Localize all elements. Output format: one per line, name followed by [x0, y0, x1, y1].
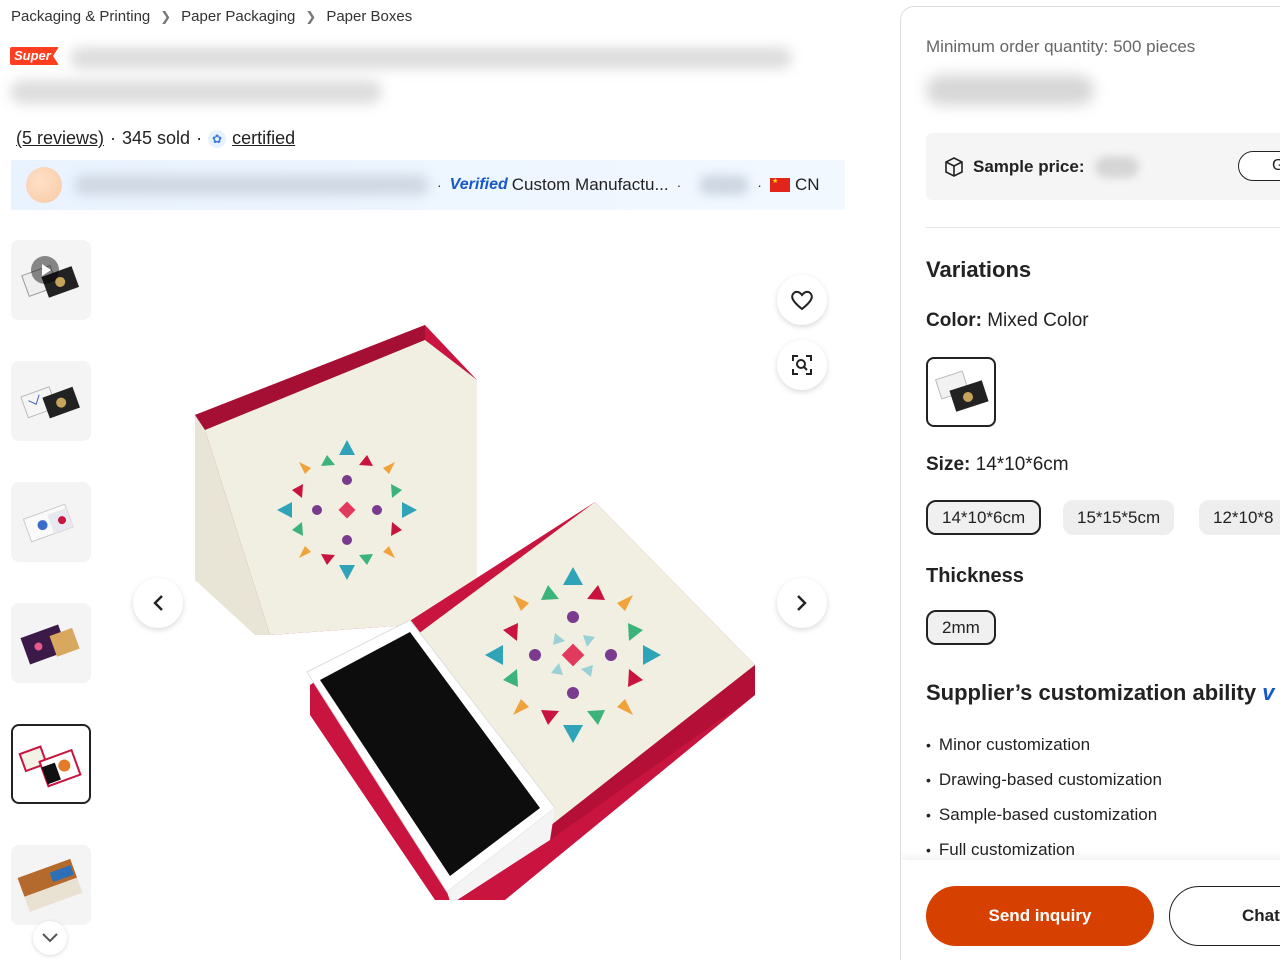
supplier-strip[interactable]: · Verified Custom Manufactu... · · CN [11, 160, 845, 210]
thumbnail-4[interactable] [11, 603, 91, 683]
separator-dot: · [676, 177, 682, 193]
color-swatch-mixed[interactable] [926, 357, 996, 427]
divider [926, 227, 1280, 228]
variations-title: Variations [926, 257, 1032, 282]
box-thumbnail-image [18, 745, 82, 788]
sample-price-box: Sample price: G [926, 133, 1280, 200]
size-label: Size: [926, 454, 971, 475]
thumbnail-5-selected[interactable] [11, 724, 91, 804]
size-value: 14*10*6cm [975, 454, 1069, 475]
thumbnail-2[interactable] [11, 361, 91, 441]
customization-title-text: Supplier’s customization ability [926, 680, 1257, 705]
supplier-avatar [26, 167, 62, 203]
product-title-blurred-line2 [10, 80, 382, 104]
chat-button[interactable]: Chat [1169, 886, 1280, 946]
purchase-panel: Minimum order quantity: 500 pieces Sampl… [900, 6, 1280, 960]
heart-icon [791, 290, 813, 311]
action-bar: Send inquiry Chat [901, 860, 1280, 960]
package-icon [945, 156, 963, 177]
customization-title: Supplier’s customization ability v [926, 680, 1274, 706]
size-option-14x10x6[interactable]: 14*10*6cm [926, 500, 1042, 535]
thickness-option-2mm[interactable]: 2mm [926, 610, 996, 645]
separator-dot: · [196, 128, 203, 148]
breadcrumb-item-paper-boxes[interactable]: Paper Boxes [326, 8, 412, 25]
chevron-right-icon: ❯ [305, 8, 317, 24]
size-option-15x15x5[interactable]: 15*15*5cm [1063, 500, 1175, 535]
minimum-order-quantity: Minimum order quantity: 500 pieces [926, 37, 1196, 56]
product-title-blurred [70, 47, 792, 69]
review-line: (5 reviews) · 345 sold · ✿ certified [16, 128, 295, 149]
thumbnail-6[interactable] [11, 845, 91, 925]
favorite-button[interactable] [777, 275, 827, 325]
separator-dot: · [757, 177, 762, 193]
chevron-right-icon: ❯ [160, 8, 172, 24]
customization-item: Drawing-based customization [926, 762, 1162, 797]
size-attribute: Size: 14*10*6cm [926, 454, 1069, 476]
next-image-button[interactable] [777, 578, 827, 628]
main-product-image [115, 240, 845, 960]
supplier-type: Custom Manufactu... [511, 175, 669, 194]
sold-count: 345 sold [122, 128, 191, 148]
get-sample-button[interactable]: G [1238, 151, 1280, 181]
china-flag-icon [769, 177, 790, 192]
color-attribute: Color: Mixed Color [926, 310, 1089, 332]
size-option-12x10x8[interactable]: 12*10*8 [1199, 500, 1280, 535]
certified-link[interactable]: certified [232, 128, 295, 149]
box-thumbnail-image [17, 858, 83, 912]
color-label: Color: [926, 310, 982, 331]
play-icon [31, 256, 59, 284]
previous-image-button[interactable] [133, 578, 183, 628]
separator-dot: · [437, 177, 442, 193]
customization-item: Minor customization [926, 727, 1162, 762]
supplier-years-blurred [699, 175, 750, 195]
box-thumbnail-image [22, 503, 74, 543]
box-thumbnail-image [20, 386, 80, 419]
visual-search-button[interactable] [777, 340, 827, 390]
separator-dot: · [110, 128, 117, 148]
product-photo [195, 325, 755, 904]
chevron-left-icon [153, 595, 163, 611]
thumbnail-scroll-down-button[interactable] [33, 921, 67, 955]
box-thumbnail-image [20, 624, 80, 665]
price-blurred [926, 75, 1094, 105]
sample-price-blurred [1094, 155, 1139, 178]
thumbnail-video[interactable] [11, 240, 91, 320]
chevron-down-icon [42, 933, 58, 943]
box-swatch-image [934, 370, 989, 412]
customization-list: Minor customization Drawing-based custom… [926, 727, 1162, 867]
chevron-right-icon [797, 595, 807, 611]
customization-item: Sample-based customization [926, 797, 1162, 832]
certified-icon: ✿ [208, 129, 227, 148]
thumbnail-list [11, 240, 91, 960]
thickness-title: Thickness [926, 565, 1024, 587]
supplier-name-blurred [74, 175, 429, 195]
verified-mark-icon: v [1262, 680, 1275, 705]
breadcrumb: Packaging & Printing ❯ Paper Packaging ❯… [11, 8, 412, 25]
breadcrumb-item-paper-packaging[interactable]: Paper Packaging [181, 8, 295, 25]
send-inquiry-button[interactable]: Send inquiry [926, 886, 1154, 946]
thumbnail-3[interactable] [11, 482, 91, 562]
image-search-icon [792, 355, 812, 375]
super-badge: Super [10, 47, 59, 65]
verified-label: Verified [449, 176, 508, 193]
reviews-link[interactable]: (5 reviews) [16, 128, 104, 149]
color-value: Mixed Color [987, 310, 1089, 331]
breadcrumb-item-packaging-printing[interactable]: Packaging & Printing [11, 8, 150, 25]
supplier-country: CN [794, 175, 820, 194]
sample-price-label: Sample price: [973, 156, 1085, 176]
